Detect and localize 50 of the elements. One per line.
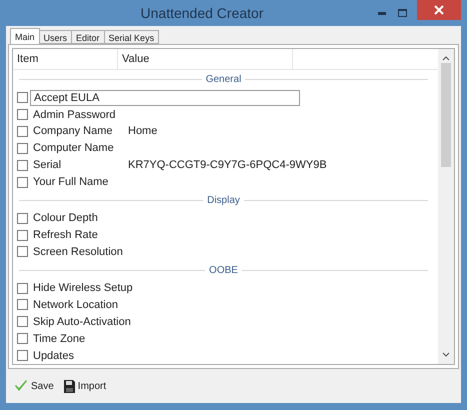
checkbox[interactable]: [17, 176, 28, 188]
tab[interactable]: Users: [38, 30, 72, 44]
item-label: Serial: [32, 158, 62, 172]
checkbox[interactable]: [17, 299, 28, 310]
item-label: Hide Wireless Setup: [32, 281, 134, 296]
item-label: Admin Password: [32, 108, 117, 122]
checkbox[interactable]: [17, 333, 28, 344]
checkbox[interactable]: [17, 109, 28, 120]
item-label: Company Name: [32, 124, 114, 138]
column-header[interactable]: Item: [13, 49, 118, 69]
checkbox[interactable]: [17, 92, 28, 104]
tab[interactable]: Serial Keys: [104, 30, 160, 44]
item-label: Time Zone: [32, 332, 86, 346]
toolbar-button[interactable]: Import: [64, 380, 106, 392]
scrollbar[interactable]: [438, 49, 454, 364]
group-header: OOBE: [208, 264, 239, 276]
item-label: Screen Resolution: [32, 244, 124, 259]
scroll-down-icon[interactable]: [442, 352, 450, 358]
scrollbar-thumb[interactable]: [441, 63, 451, 167]
checkbox[interactable]: [17, 230, 28, 241]
checkbox[interactable]: [17, 142, 28, 154]
checkmark-icon: [14, 380, 28, 392]
item-value: KR7YQ-CCGT9-C9Y7G-6PQC4-9WY9B: [128, 159, 327, 172]
window-title: Unattended Creator: [140, 5, 264, 21]
tab[interactable]: Main: [10, 28, 40, 44]
tab[interactable]: Editor: [71, 30, 105, 44]
checkbox[interactable]: [17, 246, 28, 258]
checkbox[interactable]: [17, 126, 28, 137]
item-label: Computer Name: [32, 141, 115, 156]
maximize-icon[interactable]: [398, 9, 407, 17]
checkbox[interactable]: [17, 350, 28, 362]
checkbox[interactable]: [17, 212, 28, 224]
item-label: Accept EULA: [33, 90, 100, 105]
scroll-up-icon[interactable]: [442, 55, 450, 61]
toolbar-button[interactable]: Save: [14, 380, 54, 392]
item-label: Your Full Name: [32, 175, 110, 190]
minimize-icon[interactable]: [378, 12, 386, 14]
item-label: Skip Auto-Activation: [32, 314, 132, 329]
close-button[interactable]: [417, 0, 461, 20]
item-label: Colour Depth: [32, 211, 99, 226]
group-header: General: [204, 74, 242, 86]
item-label: Network Location: [32, 298, 119, 312]
group-header: Display: [206, 194, 241, 206]
column-header[interactable]: Value: [118, 49, 293, 69]
item-label: Refresh Rate: [32, 228, 99, 242]
checkbox[interactable]: [17, 160, 28, 171]
item-value: Home: [128, 125, 158, 138]
item-label: Updates: [32, 348, 75, 363]
checkbox[interactable]: [17, 282, 28, 294]
checkbox[interactable]: [17, 316, 28, 328]
